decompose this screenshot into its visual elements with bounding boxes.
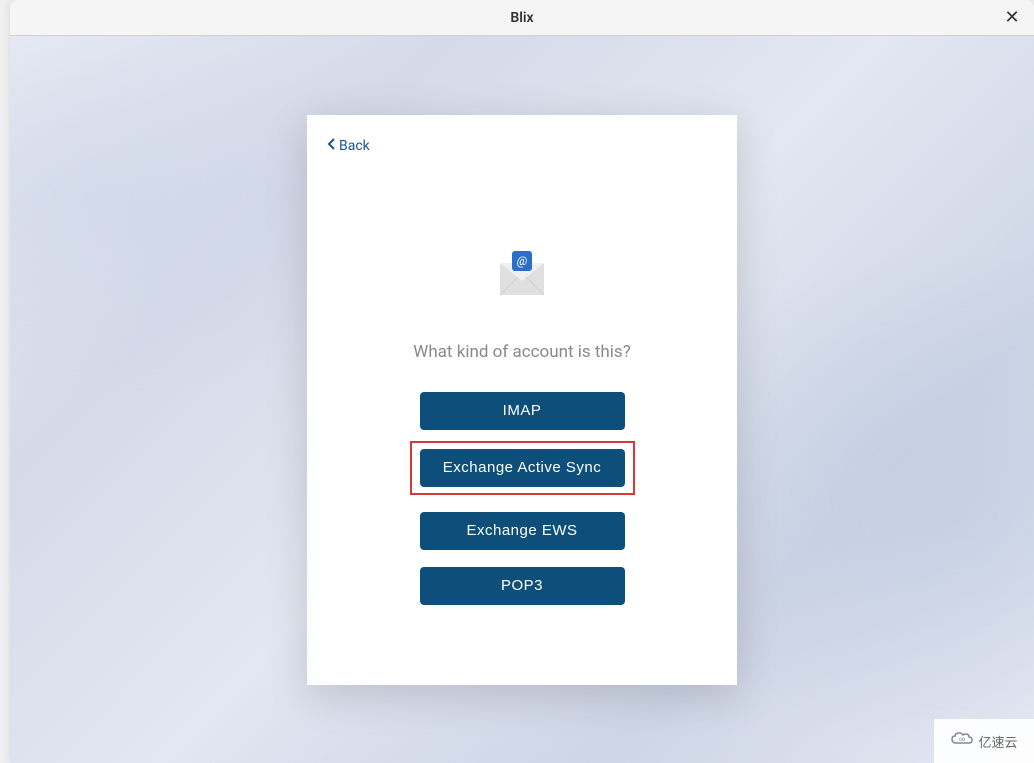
- account-setup-modal: Back @ What kind of account is this?: [307, 115, 737, 685]
- back-button[interactable]: Back: [327, 138, 370, 154]
- watermark: ∞ 亿速云: [934, 719, 1034, 763]
- cloud-icon: ∞: [950, 731, 974, 751]
- content-area: Back @ What kind of account is this?: [10, 36, 1034, 763]
- back-label: Back: [339, 138, 370, 154]
- chevron-left-icon: [327, 138, 337, 154]
- svg-text:@: @: [517, 254, 527, 268]
- svg-text:∞: ∞: [959, 736, 965, 743]
- window-title: Blix: [510, 10, 533, 26]
- imap-button[interactable]: IMAP: [420, 392, 625, 430]
- exchange-ews-button[interactable]: Exchange EWS: [420, 512, 625, 550]
- highlighted-option-frame: Exchange Active Sync: [410, 441, 635, 495]
- account-type-question: What kind of account is this?: [413, 342, 631, 362]
- exchange-active-sync-button[interactable]: Exchange Active Sync: [420, 449, 625, 487]
- mail-envelope-icon: @: [492, 249, 552, 297]
- modal-body: @ What kind of account is this? IMAP Exc…: [327, 154, 717, 622]
- app-window: Blix ✕ Back @: [10, 0, 1034, 763]
- watermark-text: 亿速云: [978, 732, 1017, 751]
- close-button[interactable]: ✕: [1002, 8, 1022, 28]
- titlebar: Blix ✕: [10, 0, 1034, 36]
- pop3-button[interactable]: POP3: [420, 567, 625, 605]
